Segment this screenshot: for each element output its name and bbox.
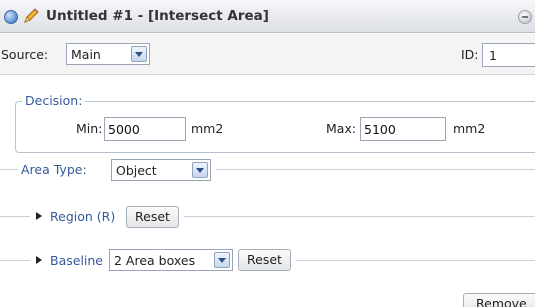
region-reset-button[interactable]: Reset (126, 206, 179, 228)
chevron-down-icon[interactable] (214, 252, 230, 268)
pencil-icon (24, 8, 39, 23)
id-label: ID: (461, 47, 479, 62)
area-type-label: Area Type: (21, 162, 87, 177)
source-label: Source: (1, 47, 49, 62)
expand-arrow-icon[interactable] (36, 256, 42, 264)
divider (184, 216, 535, 217)
area-type-select[interactable]: Object (111, 159, 211, 181)
divider (216, 169, 535, 170)
max-input[interactable]: 5100 (360, 117, 446, 141)
minimize-button[interactable] (518, 10, 532, 24)
max-unit: mm2 (453, 121, 486, 136)
min-label: Min: (76, 121, 103, 136)
baseline-select[interactable]: 2 Area boxes (109, 249, 233, 271)
source-toolbar: Source: Main ID: 1 (0, 34, 535, 75)
source-select-value: Main (71, 47, 101, 62)
expand-arrow-icon[interactable] (36, 212, 42, 220)
divider (0, 260, 30, 261)
min-unit: mm2 (191, 121, 224, 136)
baseline-label[interactable]: Baseline (50, 253, 103, 268)
window-title: Untitled #1 - [Intersect Area] (46, 8, 269, 24)
area-type-select-value: Object (116, 163, 157, 178)
divider (296, 260, 535, 261)
max-label: Max: (326, 121, 357, 136)
divider (0, 169, 18, 170)
id-input[interactable]: 1 (482, 43, 535, 67)
baseline-reset-button[interactable]: Reset (238, 249, 291, 271)
remove-button[interactable]: Remove (463, 293, 535, 307)
chevron-down-icon[interactable] (131, 46, 147, 62)
region-label[interactable]: Region (R) (50, 209, 115, 224)
chevron-down-icon[interactable] (192, 162, 208, 178)
source-select[interactable]: Main (66, 43, 150, 65)
baseline-select-value: 2 Area boxes (114, 253, 196, 268)
window-menu-icon[interactable] (4, 10, 18, 24)
min-input[interactable]: 5000 (104, 117, 186, 141)
title-bar: Untitled #1 - [Intersect Area] (0, 0, 535, 33)
divider (0, 216, 30, 217)
decision-legend: Decision: (22, 93, 86, 108)
